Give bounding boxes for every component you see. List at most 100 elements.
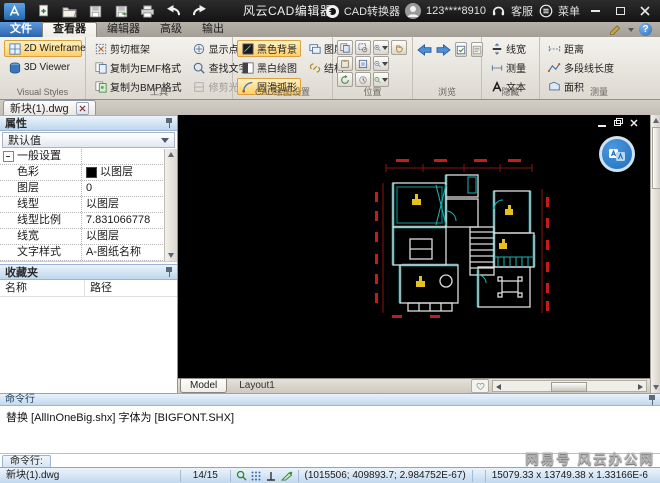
back-view-icon[interactable] [417,42,432,57]
canvas-horizontal-scrollbar[interactable] [492,380,647,392]
new-file-button[interactable] [36,4,51,19]
hide-measure-label: 测量 [506,64,526,75]
scroll-down-icon[interactable] [168,253,174,258]
property-row[interactable]: 线型比例 7.831066778 [0,213,177,229]
save-button[interactable] [88,4,103,19]
document-tab-label: 新块(1).dwg [10,103,69,115]
group-label-hide: 隐藏 [501,87,520,97]
tab-output[interactable]: 输出 [192,22,234,37]
property-row[interactable]: 文字样式 A-图纸名称 [0,245,177,261]
rotate-view-icon[interactable] [337,72,353,87]
style-picker-icon[interactable] [608,22,623,37]
open-file-button[interactable] [62,4,77,19]
command-panel-header: 命令行 [0,393,660,406]
hide-linewidth-button[interactable]: 线宽 [486,40,536,57]
property-row[interactable]: 色彩 以图层 [0,165,177,181]
tab-editor[interactable]: 编辑器 [97,22,150,37]
favorites-col-name[interactable]: 名称 [0,280,85,296]
property-group-row[interactable]: 一般设置 [0,149,177,165]
save-as-button[interactable] [114,4,129,19]
customer-service-link[interactable]: 客服 [511,3,533,19]
grid-snap-icon[interactable] [251,470,262,481]
cad-converter-link[interactable]: CAD转换器 [344,3,400,19]
command-header-label: 命令行 [5,393,35,405]
scroll-left-icon[interactable] [496,383,501,390]
hide-linewidth-label: 线宽 [506,45,526,56]
scroll-down-icon[interactable] [652,385,659,390]
canvas-minimize-icon[interactable] [597,118,606,127]
undo-button[interactable] [166,4,181,19]
property-grid-scrollbar[interactable] [164,149,177,261]
pin-icon[interactable] [649,394,655,405]
measure-distance-button[interactable]: 距离 [544,40,655,57]
cut-frame-button[interactable]: 剪切框架 [90,40,186,57]
canvas-restore-icon[interactable] [613,117,623,127]
zoom-in-icon[interactable] [373,40,389,55]
horizontal-scroll-thumb[interactable] [551,382,587,392]
property-row[interactable]: 线宽 以图层 [0,229,177,245]
viewer-3d-button[interactable]: 3D Viewer [4,59,82,76]
status-bar: 新块(1).dwg 14/15 (1015506; 409893.7; 2.98… [0,467,660,483]
close-button[interactable] [635,2,655,20]
favorite-view-button[interactable] [471,379,489,393]
document-tab[interactable]: 新块(1).dwg [3,100,96,115]
pin-icon[interactable] [166,267,172,277]
zoom-status-icon[interactable] [236,470,247,481]
property-row[interactable]: 线型 以图层 [0,197,177,213]
tab-viewer[interactable]: 查看器 [42,22,97,37]
zoom-extents-icon[interactable] [355,56,371,71]
draw-mode-icon[interactable] [280,470,293,481]
regen-icon[interactable] [355,72,371,87]
property-group-label: 一般设置 [17,150,61,162]
tab-file[interactable]: 文件 [0,22,42,37]
account-number[interactable]: 123****8910 [426,5,486,17]
forward-view-icon[interactable] [436,42,451,57]
zoom-scale-icon[interactable] [373,72,389,87]
redo-button[interactable] [192,4,207,19]
pan-icon[interactable] [391,40,407,55]
zoom-window-icon[interactable] [355,40,371,55]
vertical-scroll-thumb[interactable] [652,127,660,189]
scroll-up-icon[interactable] [168,152,174,157]
favorites-col-path[interactable]: 路径 [85,280,112,296]
wireframe-2d-button[interactable]: 2D Wireframe [4,40,86,57]
zoom-out-icon[interactable] [373,56,389,71]
scroll-right-icon[interactable] [638,383,643,390]
black-background-button[interactable]: 黑色背景 [237,40,301,57]
properties-preset-dropdown[interactable]: 默认值 [2,132,175,148]
cad-converter-float-button[interactable] [599,136,635,172]
style-picker-dropdown-icon[interactable] [628,27,634,32]
tab-advanced[interactable]: 高级 [150,22,192,37]
paste-view-icon[interactable] [337,56,353,71]
document-close-icon[interactable] [75,101,89,115]
property-grid: 一般设置 色彩 以图层 图层 0 线型 以图层 线型比例 7.831066778… [0,149,177,262]
avatar[interactable] [405,3,422,19]
tab-layout1[interactable]: Layout1 [229,379,285,393]
hide-measure-button[interactable]: 测量 [486,59,536,76]
drawing-canvas[interactable] [178,115,650,378]
canvas-close-icon[interactable] [629,118,638,127]
copy-view-icon[interactable] [337,40,353,55]
status-dimensions: 15079.33 x 13749.38 x 1.33166E-6 [484,469,660,482]
measure-polyline-button[interactable]: 多段线长度 [544,59,655,76]
copy-emf-button[interactable]: 复制为EMF格式 [90,59,186,76]
minimize-button[interactable] [585,2,605,20]
command-history[interactable]: 替换 [AllInOneBig.shx] 字体为 [BIGFONT.SHX] [0,406,660,453]
collapse-icon[interactable] [3,151,14,162]
menu-link[interactable]: 菜单 [558,3,580,19]
bw-drawing-button[interactable]: 黑白绘图 [237,59,301,76]
pin-icon[interactable] [166,118,172,128]
maximize-button[interactable] [610,2,630,20]
canvas-window-controls [597,117,638,127]
distance-icon [548,42,561,55]
canvas-vertical-scrollbar[interactable] [650,115,660,393]
ortho-icon[interactable] [266,470,277,481]
help-button[interactable]: ? [639,23,652,36]
tab-model[interactable]: Model [180,379,228,393]
group-cad-settings: 黑色背景 黑白绘图 圆滑弧形 图层 结构 CAD绘图设置 [233,37,344,99]
print-button[interactable] [140,4,155,19]
property-row[interactable]: 图层 0 [0,181,177,197]
saved-view-icon[interactable] [455,42,467,57]
group-position: 位置 [333,37,413,99]
scroll-up-icon[interactable] [652,118,659,123]
